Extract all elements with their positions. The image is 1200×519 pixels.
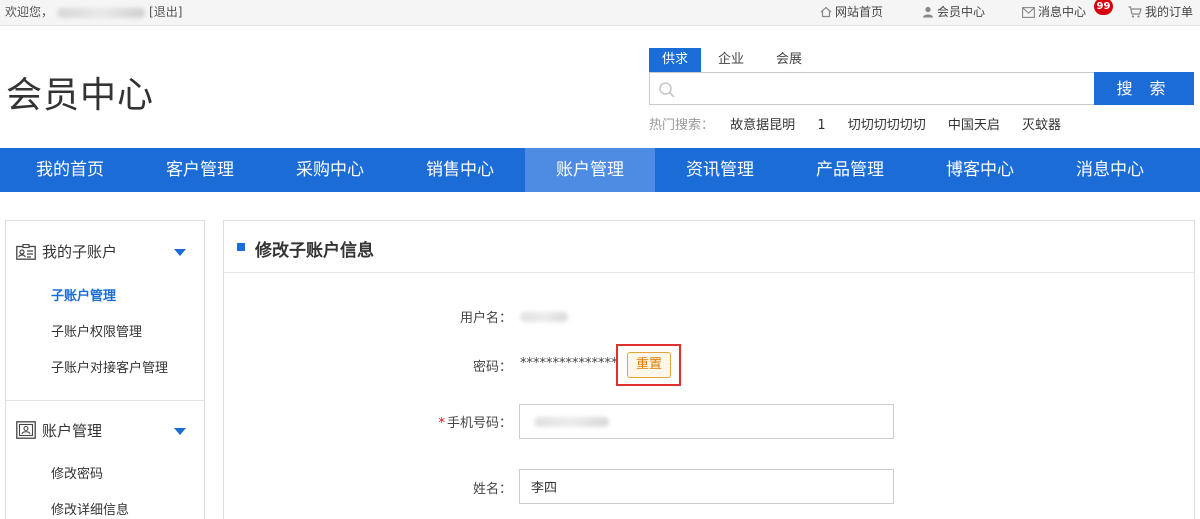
search-tab-supply[interactable]: 供求 <box>649 48 701 72</box>
nav-item-home[interactable]: 我的首页 <box>5 148 135 192</box>
hot-keyword[interactable]: 1 <box>817 118 825 133</box>
sidebar-item-sub-account-management[interactable]: 子账户管理 <box>51 285 116 304</box>
password-value: *************** <box>520 356 618 371</box>
message-center-label: 消息中心 <box>1038 5 1087 19</box>
sidebar-item-edit-details[interactable]: 修改详细信息 <box>51 499 129 518</box>
site-home-label: 网站首页 <box>835 5 884 19</box>
nav-item-account[interactable]: 账户管理 <box>525 148 655 192</box>
main-nav: 我的首页 客户管理 采购中心 销售中心 账户管理 资讯管理 产品管理 博客中心 … <box>0 148 1200 192</box>
username-blurred <box>57 7 146 18</box>
my-orders-label: 我的订单 <box>1145 5 1194 19</box>
nav-item-purchasing[interactable]: 采购中心 <box>265 148 395 192</box>
sidebar-divider <box>6 400 204 401</box>
id-card-icon <box>16 244 36 260</box>
phone-value-blurred <box>534 417 609 427</box>
user-icon <box>923 6 933 18</box>
message-count-badge: 99 <box>1094 0 1113 15</box>
hot-keyword[interactable]: 切切切切切切 <box>848 118 926 133</box>
my-orders-link[interactable]: 我的订单 <box>1128 0 1193 24</box>
password-label: 密码： <box>472 360 512 375</box>
site-home-link[interactable]: 网站首页 <box>820 0 883 24</box>
hot-keyword[interactable]: 中国天启 <box>948 118 1000 133</box>
search-input[interactable] <box>682 77 1082 101</box>
home-icon <box>820 6 832 18</box>
nav-item-blog[interactable]: 博客中心 <box>915 148 1045 192</box>
nav-item-messages[interactable]: 消息中心 <box>1045 148 1175 192</box>
reset-highlight-box: 重置 <box>616 344 681 386</box>
hot-search-label: 热门搜索： <box>649 118 715 133</box>
nav-item-products[interactable]: 产品管理 <box>785 148 915 192</box>
nav-item-sales[interactable]: 销售中心 <box>395 148 525 192</box>
search-tab-exhibition[interactable]: 会展 <box>763 48 815 72</box>
chevron-down-icon[interactable] <box>174 249 186 256</box>
member-center-label: 会员中心 <box>937 5 986 19</box>
member-center-link[interactable]: 会员中心 <box>922 0 985 24</box>
sidebar-group-header[interactable]: 账户管理 <box>16 421 102 441</box>
main-panel: 修改子账户信息 用户名： 密码： *************** 重置 * 手机号… <box>223 220 1195 519</box>
username-value-blurred <box>520 311 568 326</box>
sidebar-item-sub-account-permissions[interactable]: 子账户权限管理 <box>51 321 142 340</box>
search-icon <box>659 82 675 98</box>
welcome-area: 欢迎您， [退出] <box>5 0 182 24</box>
account-icon <box>16 421 36 439</box>
envelope-icon <box>1022 7 1035 18</box>
phone-label: * 手机号码： <box>438 412 512 431</box>
search-tab-company[interactable]: 企业 <box>707 48 755 72</box>
site-logo: 会员中心 <box>6 75 155 116</box>
chevron-down-icon[interactable] <box>174 428 186 435</box>
sidebar-group-title: 我的子账户 <box>42 243 118 261</box>
name-label: 姓名： <box>472 482 512 497</box>
logout-link[interactable]: [退出] <box>149 5 182 19</box>
panel-header: 修改子账户信息 <box>224 221 1194 273</box>
phone-field[interactable] <box>519 404 894 439</box>
phone-label-text: 手机号码： <box>446 416 512 431</box>
search-box <box>649 72 1094 105</box>
hot-keyword[interactable]: 故意据昆明 <box>730 118 795 133</box>
sidebar-item-change-password[interactable]: 修改密码 <box>51 463 103 482</box>
title-marker <box>237 243 245 251</box>
nav-item-customers[interactable]: 客户管理 <box>135 148 265 192</box>
username-label: 用户名： <box>459 311 512 326</box>
page-title: 修改子账户信息 <box>255 241 374 261</box>
message-center-link[interactable]: 消息中心 99 <box>1022 0 1113 24</box>
cart-icon <box>1128 6 1142 18</box>
hot-searches: 热门搜索： 故意据昆明 1 切切切切切切 中国天启 灭蚊器 <box>649 114 1079 133</box>
hot-keyword[interactable]: 灭蚊器 <box>1022 118 1061 133</box>
welcome-text: 欢迎您， <box>5 5 54 19</box>
nav-item-news[interactable]: 资讯管理 <box>655 148 785 192</box>
top-bar: 欢迎您， [退出] 网站首页 会员中心 消息中心 99 我的订单 <box>0 0 1200 26</box>
search-button[interactable]: 搜 索 <box>1094 72 1194 105</box>
sidebar: 我的子账户 子账户管理 子账户权限管理 子账户对接客户管理 账户管理 修改密码 … <box>5 220 205 519</box>
required-mark: * <box>438 416 445 431</box>
sidebar-item-sub-account-customers[interactable]: 子账户对接客户管理 <box>51 357 168 376</box>
sidebar-group-title: 账户管理 <box>42 422 103 440</box>
reset-password-button[interactable]: 重置 <box>627 352 671 378</box>
sidebar-group-header[interactable]: 我的子账户 <box>16 242 117 262</box>
name-field[interactable] <box>519 469 894 504</box>
